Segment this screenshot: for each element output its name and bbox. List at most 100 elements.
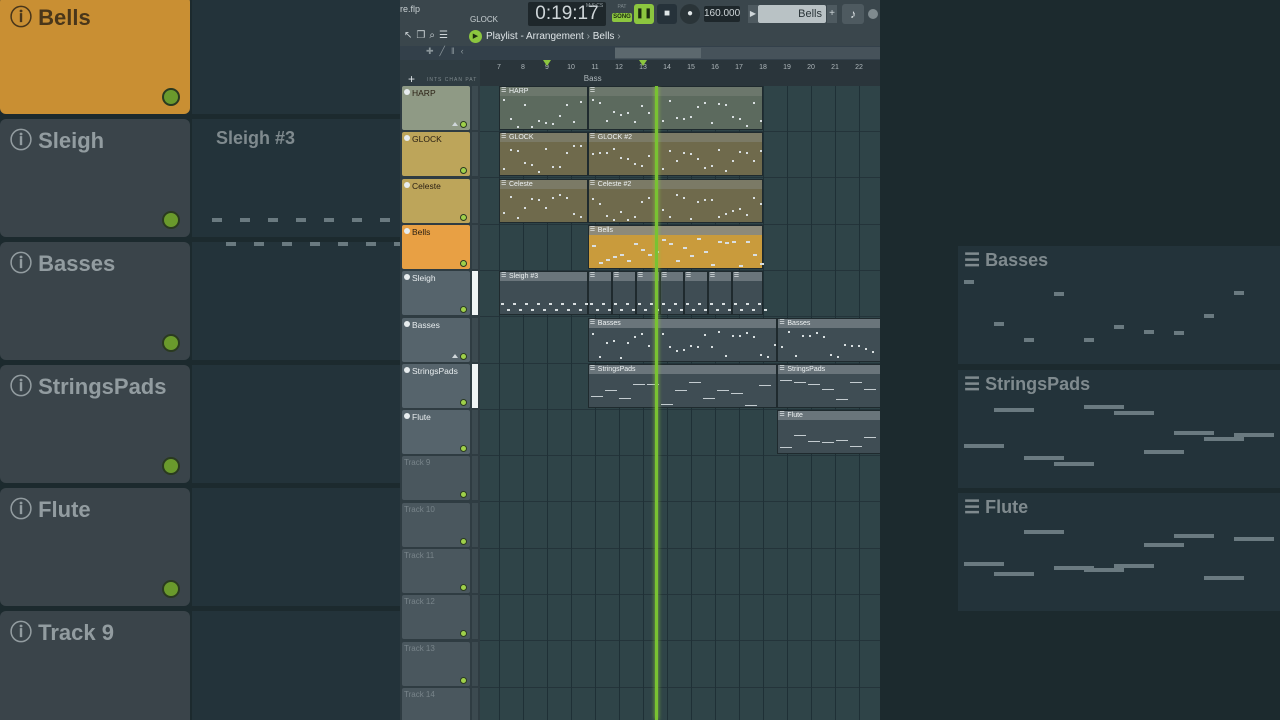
timeline-ruler[interactable]: Bass 7 8 9 10 11 12 13 14 15 16 17 18 19 20 21 22 bbox=[480, 60, 880, 86]
collapse-caret-icon[interactable] bbox=[452, 122, 458, 126]
song-mode-button[interactable]: SONG bbox=[612, 13, 632, 22]
track-led-icon[interactable] bbox=[460, 398, 467, 406]
pattern-arrow-icon[interactable]: ▶ bbox=[748, 5, 758, 23]
note bbox=[591, 99, 594, 101]
pattern-clip[interactable] bbox=[587, 86, 763, 130]
track-header[interactable]: Celeste bbox=[402, 178, 470, 223]
pattern-clip[interactable] bbox=[683, 271, 708, 316]
track-header[interactable]: StringsPads bbox=[402, 363, 470, 408]
track-led-icon[interactable] bbox=[460, 259, 467, 267]
pattern-clip[interactable] bbox=[587, 271, 612, 316]
overview-thumb[interactable] bbox=[615, 48, 701, 58]
pattern-clip[interactable]: Bells bbox=[587, 224, 764, 269]
mute-toggle-icon[interactable] bbox=[404, 274, 410, 281]
lane-row[interactable] bbox=[480, 456, 880, 503]
track-select-strip[interactable] bbox=[472, 456, 478, 501]
pat-mode-label[interactable]: PAT bbox=[612, 4, 632, 12]
track-select-strip[interactable] bbox=[472, 224, 478, 269]
track-select-strip[interactable] bbox=[472, 595, 478, 640]
track-select-strip[interactable] bbox=[472, 410, 478, 455]
pattern-clip[interactable]: GLOCK #2 bbox=[587, 132, 763, 177]
play-pattern-icon[interactable]: ▶ bbox=[469, 30, 482, 43]
track-header[interactable]: Track 12 bbox=[402, 595, 470, 640]
track-header[interactable]: Bells bbox=[402, 224, 470, 269]
track-header[interactable]: Flute bbox=[402, 410, 470, 455]
mute-toggle-icon[interactable] bbox=[404, 89, 410, 95]
pattern-clip[interactable]: Basses bbox=[777, 317, 880, 362]
ruler-marker-icon[interactable] bbox=[543, 60, 551, 66]
playlist-lanes[interactable]: HARP GLOCKGLOCK #2 CelesteCeleste #2 Bells S… bbox=[480, 86, 880, 720]
tool-icons[interactable]: ↖❐⌕☰ bbox=[404, 30, 452, 41]
track-led-icon[interactable] bbox=[460, 306, 467, 314]
track-select-strip[interactable] bbox=[472, 363, 478, 408]
collapse-caret-icon[interactable] bbox=[452, 353, 458, 358]
track-header[interactable]: Track 11 bbox=[402, 549, 470, 593]
pattern-clip[interactable]: GLOCK bbox=[499, 132, 588, 177]
track-led-icon[interactable] bbox=[460, 121, 467, 128]
mute-toggle-icon[interactable] bbox=[404, 181, 410, 188]
track-select-strip[interactable] bbox=[472, 502, 478, 547]
track-led-icon[interactable] bbox=[460, 676, 467, 684]
track-select-strip[interactable] bbox=[472, 178, 478, 223]
mute-toggle-icon[interactable] bbox=[404, 366, 410, 373]
pause-icon[interactable]: ❚❚ bbox=[634, 4, 654, 24]
track-led-icon[interactable] bbox=[460, 213, 467, 221]
add-track-button[interactable]: + bbox=[408, 72, 415, 86]
track-header[interactable]: Track 14 bbox=[402, 687, 470, 720]
track-led-icon[interactable] bbox=[460, 491, 467, 499]
track-led-icon[interactable] bbox=[460, 537, 467, 545]
pattern-clip[interactable]: Celeste #2 bbox=[587, 178, 763, 223]
record-icon[interactable]: ● bbox=[680, 4, 700, 24]
lane-row[interactable] bbox=[480, 549, 880, 595]
lane-row[interactable] bbox=[480, 688, 880, 720]
mute-toggle-icon[interactable] bbox=[404, 227, 410, 234]
track-header[interactable]: HARP bbox=[402, 86, 470, 130]
pattern-clip[interactable] bbox=[731, 271, 767, 316]
playhead[interactable] bbox=[655, 86, 658, 720]
track-led-icon[interactable] bbox=[460, 352, 467, 360]
track-header[interactable]: Sleigh bbox=[402, 271, 470, 316]
ruler-marker-icon[interactable] bbox=[639, 60, 647, 66]
pattern-clip[interactable] bbox=[611, 271, 636, 316]
mute-toggle-icon[interactable] bbox=[404, 413, 410, 420]
track-select-strip[interactable] bbox=[472, 641, 478, 686]
track-led-icon[interactable] bbox=[460, 445, 467, 453]
track-select-strip[interactable] bbox=[472, 86, 478, 130]
track-header[interactable]: Basses bbox=[402, 317, 470, 362]
track-select-strip[interactable] bbox=[472, 132, 478, 177]
more-icon[interactable] bbox=[868, 9, 878, 19]
pattern-clip[interactable]: StringsPads bbox=[587, 363, 778, 408]
snap-icons[interactable]: ✚╱‖‹ bbox=[426, 46, 470, 57]
pattern-clip[interactable]: StringsPads bbox=[777, 363, 880, 408]
track-header[interactable]: Track 13 bbox=[402, 641, 470, 686]
pattern-selector[interactable]: Bells bbox=[758, 5, 826, 23]
track-select-strip[interactable] bbox=[472, 271, 478, 316]
pattern-clip[interactable]: Basses bbox=[587, 317, 778, 362]
track-header[interactable]: Track 9 bbox=[402, 456, 470, 501]
pattern-clip[interactable]: Sleigh #3 bbox=[499, 271, 588, 316]
mute-toggle-icon[interactable] bbox=[404, 320, 410, 327]
lane-row[interactable] bbox=[480, 642, 880, 688]
stop-icon[interactable]: ■ bbox=[657, 4, 677, 24]
track-led-icon[interactable] bbox=[460, 630, 467, 638]
lane-row[interactable] bbox=[480, 595, 880, 642]
track-led-icon[interactable] bbox=[460, 584, 467, 591]
pattern-clip[interactable]: HARP bbox=[499, 86, 588, 130]
track-header[interactable]: GLOCK bbox=[402, 132, 470, 177]
pattern-clip[interactable] bbox=[659, 271, 684, 316]
add-pattern-button[interactable]: + bbox=[827, 5, 837, 23]
track-select-strip[interactable] bbox=[472, 317, 478, 362]
track-header[interactable]: Track 10 bbox=[402, 502, 470, 547]
lane-row[interactable] bbox=[480, 503, 880, 549]
picker-tabs[interactable]: INTS CHAN PAT bbox=[427, 77, 477, 83]
audio-icon[interactable]: ♪ bbox=[842, 4, 864, 24]
track-led-icon[interactable] bbox=[460, 167, 467, 175]
pattern-clip[interactable]: Celeste bbox=[499, 178, 588, 223]
mute-toggle-icon[interactable] bbox=[404, 135, 410, 142]
pattern-clip[interactable] bbox=[707, 271, 732, 316]
pattern-clip[interactable]: Flute bbox=[777, 410, 880, 455]
tempo-display[interactable]: 160.000 bbox=[704, 6, 740, 22]
breadcrumb[interactable]: Bells bbox=[593, 31, 615, 42]
track-select-strip[interactable] bbox=[472, 687, 478, 720]
track-select-strip[interactable] bbox=[472, 549, 478, 593]
